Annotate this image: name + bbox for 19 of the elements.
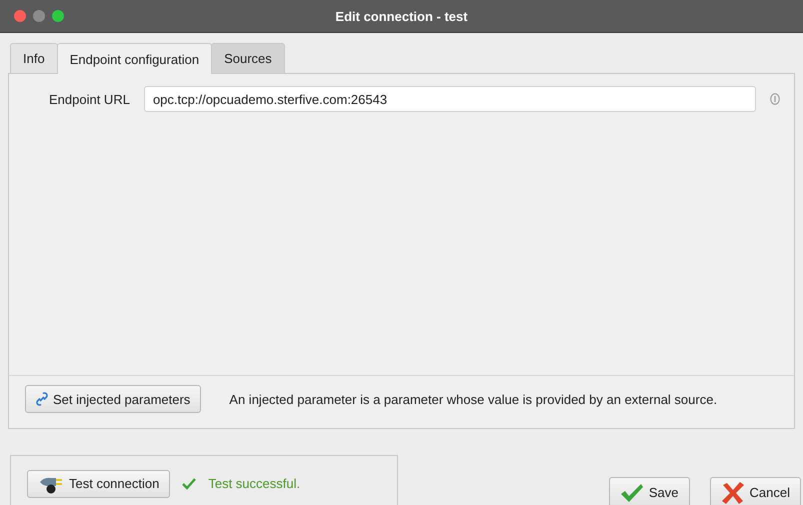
description-text: An injected parameter is a parameter whose value is provided by an external source. — [229, 392, 718, 406]
checkmark-icon — [620, 482, 644, 502]
url-field[interactable]: opc.tcp://opcuademo.sterfive.com:26543 — [144, 86, 756, 112]
set-injected-parameters-button[interactable]: Set injected parameters — [25, 385, 202, 413]
window-title: Edit connection - test — [335, 8, 468, 24]
status-message: Test successful. — [208, 476, 300, 491]
cross-icon — [720, 482, 745, 504]
field-label: Endpoint URL — [49, 92, 130, 106]
link-icon — [36, 392, 48, 406]
close-button[interactable] — [14, 10, 26, 22]
test-connection-button[interactable]: Test connection — [27, 470, 170, 498]
save-button[interactable]: Save — [608, 477, 690, 505]
info-icon — [770, 93, 780, 105]
zoom-button[interactable] — [52, 10, 64, 22]
minimize-button[interactable] — [33, 10, 45, 22]
tab[interactable]: Sources — [211, 43, 285, 73]
tab[interactable]: Info — [10, 43, 58, 73]
cancel-button[interactable]: Cancel — [710, 477, 801, 505]
tab[interactable]: Endpoint configuration — [56, 43, 212, 74]
